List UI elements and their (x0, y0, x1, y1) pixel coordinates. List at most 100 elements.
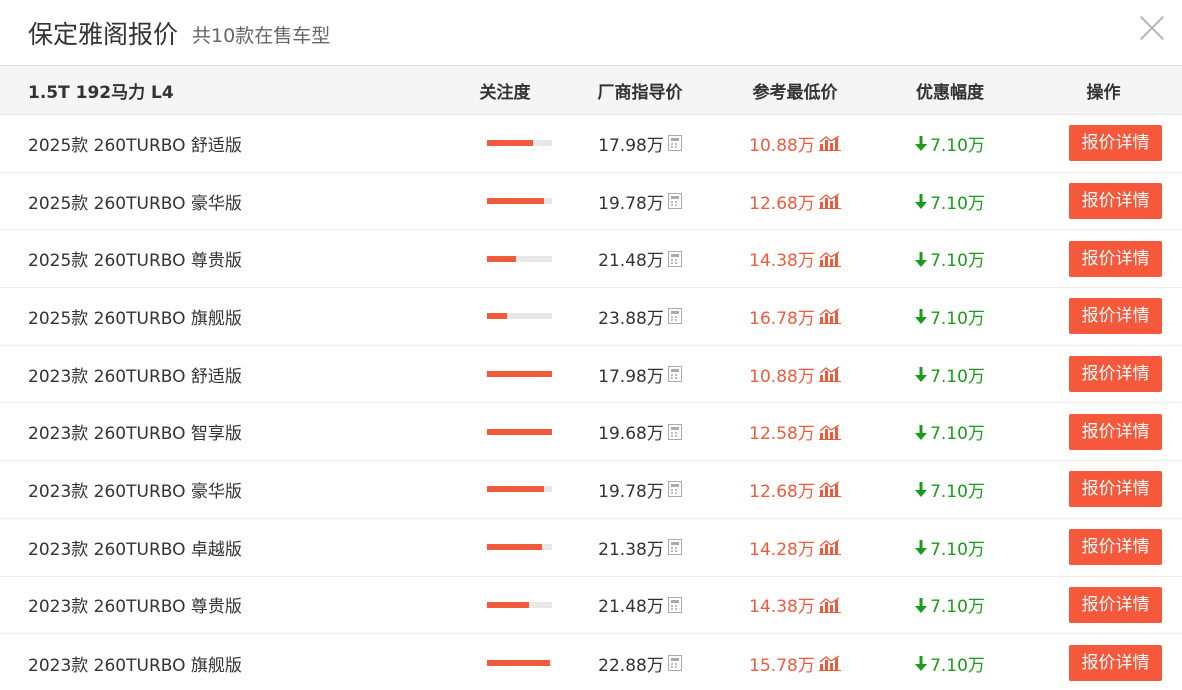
model-name[interactable]: 2025款 260TURBO 旗舰版 (0, 304, 445, 329)
lowest-price-value[interactable]: 14.38万 (749, 246, 815, 271)
attention-bar-fill (486, 371, 552, 378)
lowest-price-value[interactable]: 12.68万 (749, 189, 815, 214)
msrp-cell: 21.48万 (565, 592, 715, 617)
quote-detail-button[interactable]: 报价详情 (1069, 183, 1162, 220)
discount: 7.10万 (915, 477, 985, 502)
model-name[interactable]: 2023款 260TURBO 舒适版 (0, 362, 445, 387)
action-cell: 报价详情 (1025, 529, 1182, 566)
down-arrow-icon (915, 251, 928, 267)
msrp-value: 21.48万 (598, 251, 664, 272)
discount-cell: 7.10万 (875, 131, 1025, 156)
lowest-price-value[interactable]: 10.88万 (749, 362, 815, 387)
lowest-price-value[interactable]: 15.78万 (749, 651, 815, 676)
lowest-price-value[interactable]: 12.68万 (749, 477, 815, 502)
msrp-cell: 21.38万 (565, 535, 715, 560)
attention-cell (445, 544, 565, 551)
quote-detail-button[interactable]: 报价详情 (1069, 125, 1162, 162)
quote-detail-button[interactable]: 报价详情 (1069, 298, 1162, 335)
msrp-cell: 19.78万 (565, 477, 715, 502)
table-row: 2023款 260TURBO 旗舰版 22.88万 15.78万 7.10万 报… (0, 634, 1182, 690)
attention-bar-fill (486, 313, 508, 320)
trend-chart-icon[interactable] (818, 539, 841, 556)
quote-detail-button[interactable]: 报价详情 (1069, 471, 1162, 508)
trend-chart-icon[interactable] (818, 251, 841, 267)
msrp-value: 23.88万 (598, 308, 664, 329)
lowest-price-value[interactable]: 10.88万 (749, 131, 815, 156)
discount-cell: 7.10万 (875, 419, 1025, 444)
trend-chart-icon[interactable] (818, 597, 841, 613)
attention-bar (486, 255, 552, 262)
calculator-icon[interactable] (667, 539, 682, 556)
action-cell: 报价详情 (1025, 586, 1182, 623)
col-lowest-price: 参考最低价 (752, 82, 838, 103)
trend-chart-icon[interactable] (818, 308, 841, 325)
discount-cell: 7.10万 (875, 304, 1025, 329)
msrp-cell: 17.98万 (565, 131, 715, 156)
down-arrow-icon (915, 540, 928, 556)
action-cell: 报价详情 (1025, 240, 1182, 277)
attention-bar (486, 313, 552, 320)
attention-cell (445, 660, 565, 667)
lowest-price-cell: 14.38万 (715, 246, 875, 271)
discount-cell: 7.10万 (875, 477, 1025, 502)
discount-cell: 7.10万 (875, 592, 1025, 617)
model-name[interactable]: 2023款 260TURBO 智享版 (0, 419, 445, 444)
close-icon[interactable] (1138, 14, 1166, 42)
trend-chart-icon[interactable] (818, 135, 841, 152)
calculator-icon[interactable] (667, 250, 682, 267)
quote-detail-button[interactable]: 报价详情 (1069, 645, 1162, 682)
calculator-icon[interactable] (667, 481, 682, 498)
trend-chart-icon[interactable] (818, 193, 841, 210)
discount-value: 7.10万 (930, 481, 985, 502)
attention-cell (445, 486, 565, 493)
table-row: 2023款 260TURBO 舒适版 17.98万 10.88万 7.10万 报… (0, 346, 1182, 404)
col-action: 操作 (1086, 82, 1121, 103)
quote-detail-button[interactable]: 报价详情 (1069, 586, 1162, 623)
calculator-icon[interactable] (667, 135, 682, 152)
attention-bar (486, 486, 552, 493)
model-name[interactable]: 2023款 260TURBO 豪华版 (0, 477, 445, 502)
lowest-price-cell: 12.68万 (715, 477, 875, 502)
model-name[interactable]: 2023款 260TURBO 尊贵版 (0, 592, 445, 617)
action-cell: 报价详情 (1025, 413, 1182, 450)
down-arrow-icon (915, 424, 928, 440)
calculator-icon[interactable] (667, 423, 682, 440)
lowest-price-value[interactable]: 14.38万 (749, 592, 815, 617)
col-discount: 优惠幅度 (916, 82, 984, 103)
calculator-icon[interactable] (667, 655, 682, 672)
model-name[interactable]: 2023款 260TURBO 卓越版 (0, 535, 445, 560)
calculator-icon[interactable] (667, 596, 682, 613)
lowest-price-value[interactable]: 16.78万 (749, 304, 815, 329)
action-cell: 报价详情 (1025, 356, 1182, 393)
trend-chart-icon[interactable] (818, 424, 841, 440)
lowest-price-value[interactable]: 14.28万 (749, 535, 815, 560)
trend-chart-icon[interactable] (818, 481, 841, 498)
quote-detail-button[interactable]: 报价详情 (1069, 529, 1162, 566)
model-name[interactable]: 2025款 260TURBO 豪华版 (0, 189, 445, 214)
attention-cell (445, 601, 565, 608)
attention-bar (486, 140, 552, 147)
down-arrow-icon (915, 367, 928, 383)
calculator-icon[interactable] (667, 193, 682, 210)
quote-detail-button[interactable]: 报价详情 (1069, 240, 1162, 277)
msrp-value: 19.68万 (598, 424, 664, 445)
trend-chart-icon[interactable] (818, 366, 841, 383)
quote-detail-button[interactable]: 报价详情 (1069, 413, 1162, 450)
calculator-icon[interactable] (667, 308, 682, 325)
attention-bar-fill (486, 428, 552, 435)
model-name[interactable]: 2025款 260TURBO 尊贵版 (0, 246, 445, 271)
discount-value: 7.10万 (930, 539, 985, 560)
quote-detail-button[interactable]: 报价详情 (1069, 356, 1162, 393)
msrp-value: 17.98万 (598, 135, 664, 156)
lowest-price-value[interactable]: 12.58万 (749, 419, 815, 444)
calculator-icon[interactable] (667, 366, 682, 383)
trend-chart-icon[interactable] (818, 655, 841, 672)
model-name[interactable]: 2023款 260TURBO 旗舰版 (0, 651, 445, 676)
attention-cell (445, 255, 565, 262)
discount: 7.10万 (915, 304, 985, 329)
table-row: 2025款 260TURBO 旗舰版 23.88万 16.78万 7.10万 报… (0, 288, 1182, 346)
discount: 7.10万 (915, 535, 985, 560)
action-cell: 报价详情 (1025, 471, 1182, 508)
action-cell: 报价详情 (1025, 125, 1182, 162)
model-name[interactable]: 2025款 260TURBO 舒适版 (0, 131, 445, 156)
